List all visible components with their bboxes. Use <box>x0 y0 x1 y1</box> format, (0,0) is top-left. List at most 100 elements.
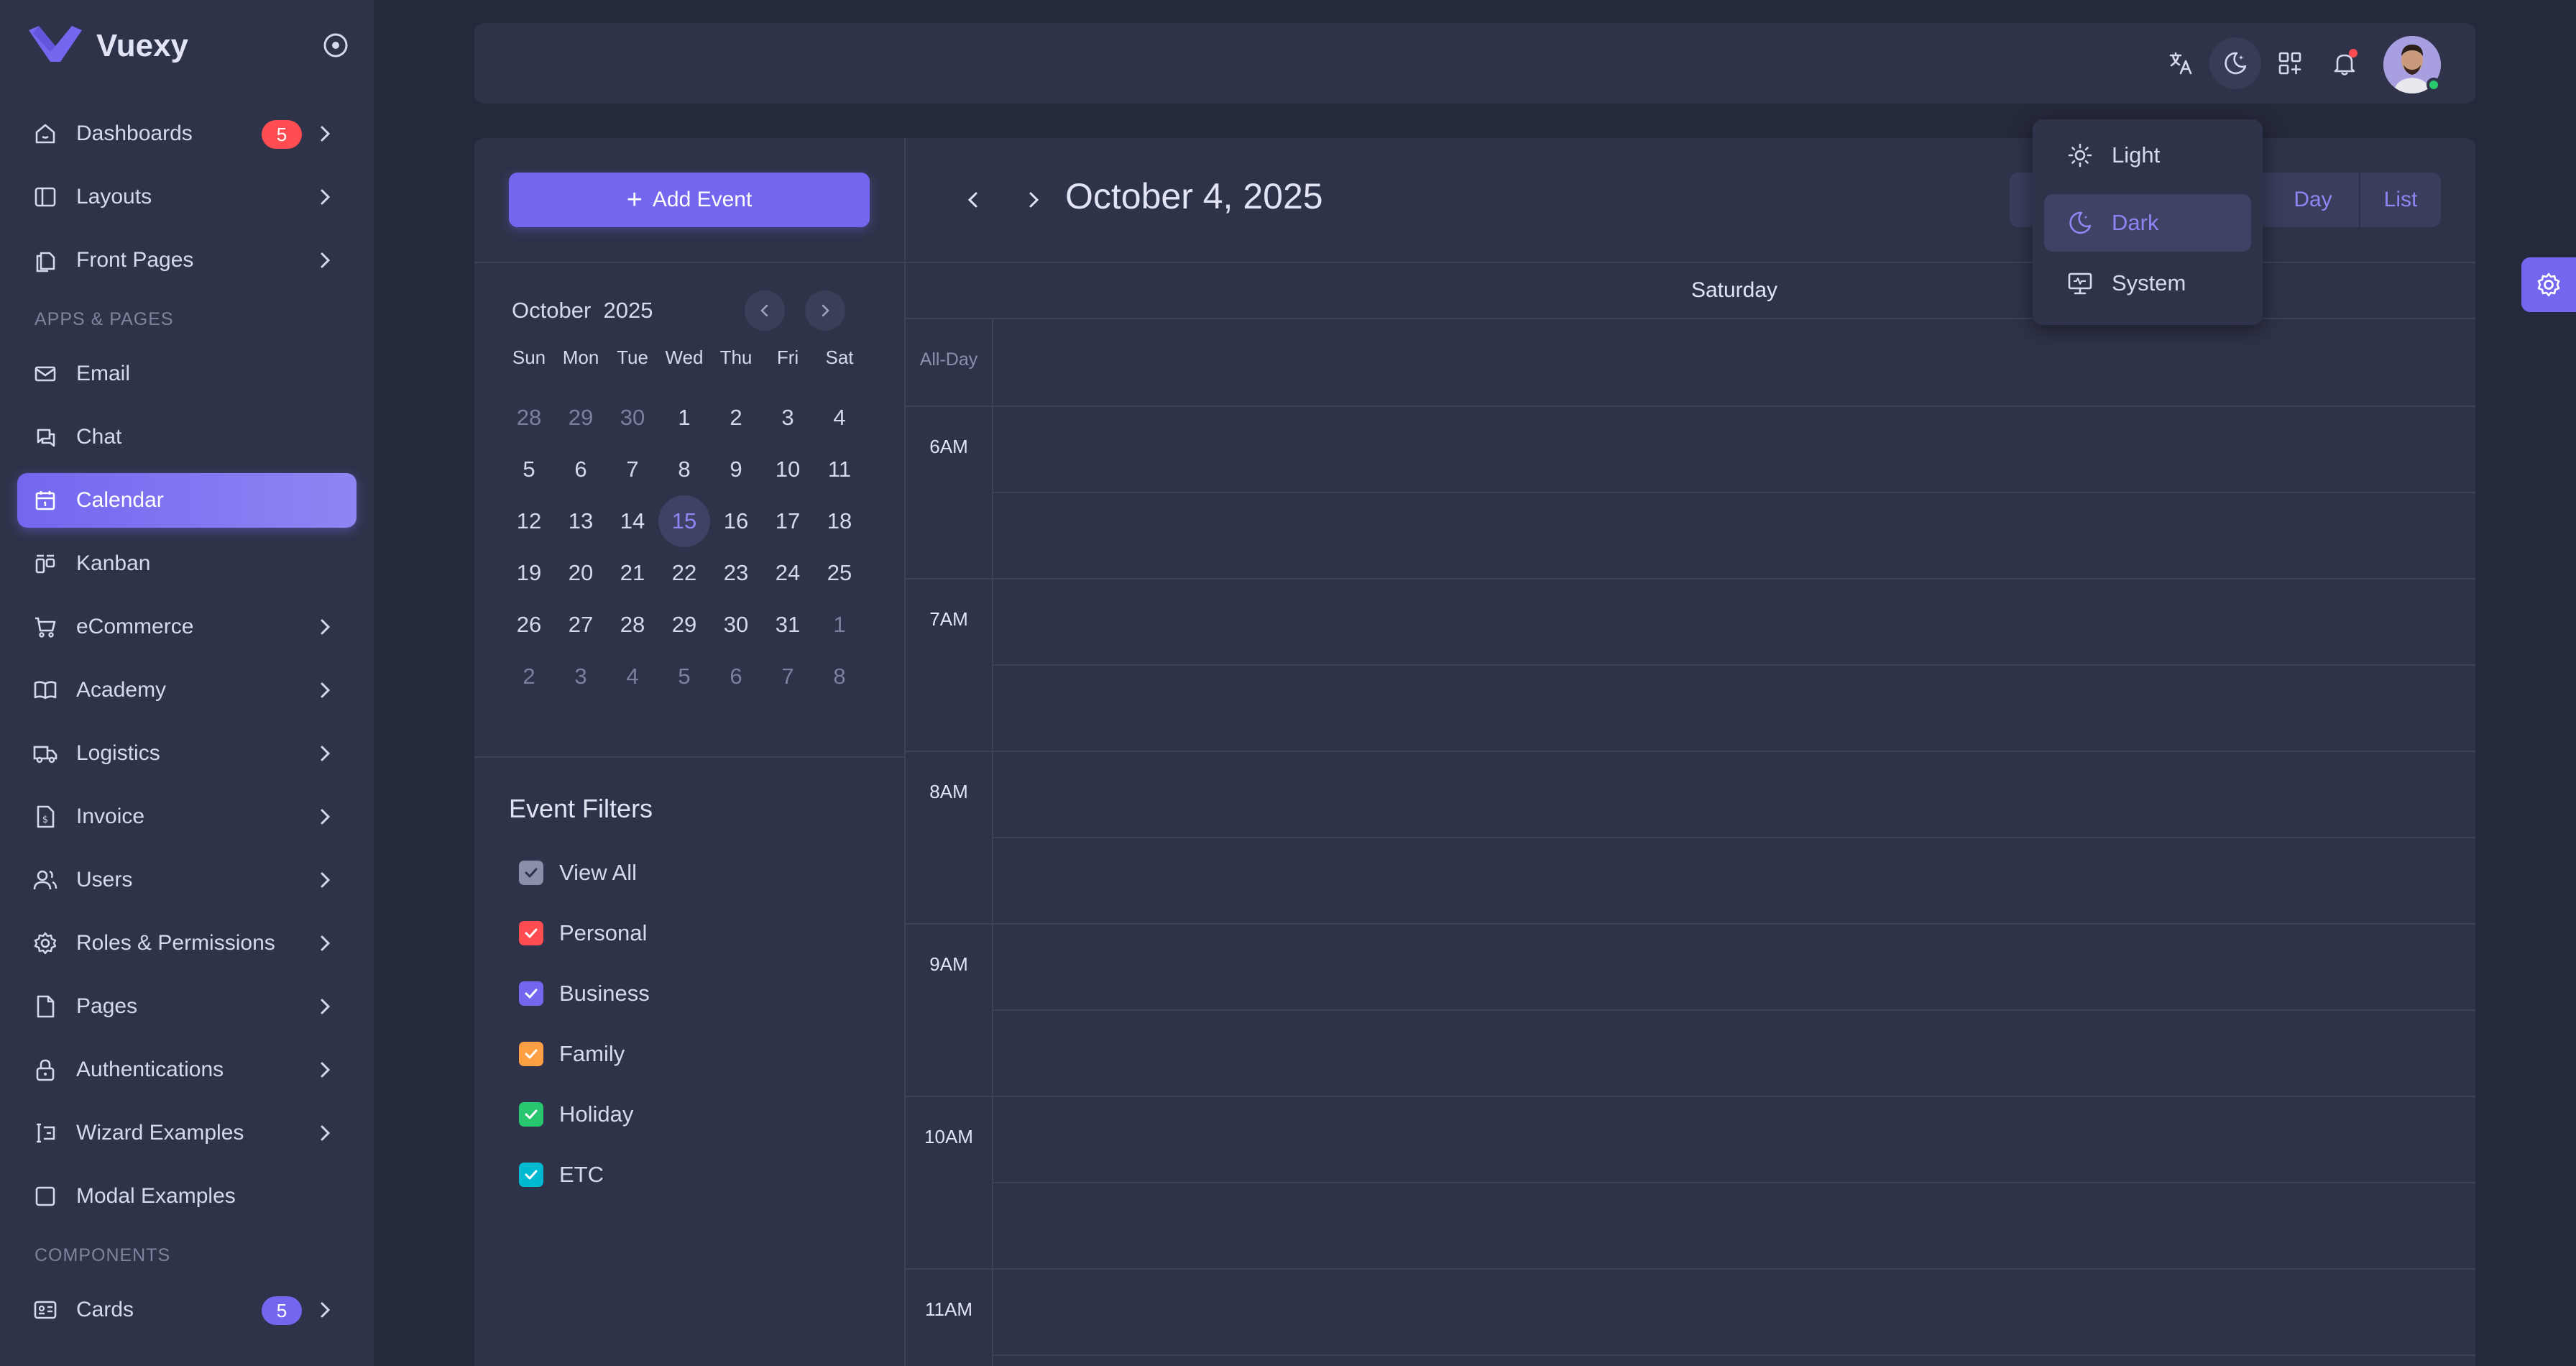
day-cell[interactable]: 26 <box>503 599 555 651</box>
count-badge: 5 <box>262 1296 302 1325</box>
id-card-icon <box>32 1296 59 1324</box>
mini-next-month-button[interactable] <box>805 290 845 331</box>
sidebar-item-front-pages[interactable]: Front Pages <box>17 233 356 288</box>
prev-day-button[interactable] <box>957 184 989 216</box>
day-cell[interactable]: 28 <box>607 599 658 651</box>
sidebar-item-chat[interactable]: Chat <box>17 410 356 464</box>
day-cell[interactable]: 17 <box>762 495 814 547</box>
day-cell[interactable]: 8 <box>658 444 710 495</box>
sidebar-item-dashboards[interactable]: Dashboards 5 <box>17 106 356 161</box>
sidebar-item-label: Front Pages <box>76 248 194 272</box>
day-cell[interactable]: 1 <box>814 599 865 651</box>
language-icon[interactable] <box>2165 47 2196 79</box>
day-cell[interactable]: 1 <box>658 392 710 444</box>
sidebar-item-users[interactable]: Users <box>17 853 356 907</box>
day-cell[interactable]: 30 <box>607 392 658 444</box>
day-cell[interactable]: 6 <box>710 651 762 702</box>
day-cell[interactable]: 9 <box>710 444 762 495</box>
sidebar-item-academy[interactable]: Academy <box>17 663 356 718</box>
day-cell[interactable]: 2 <box>503 651 555 702</box>
checkbox[interactable] <box>519 1102 543 1127</box>
filter-family[interactable]: Family <box>519 1024 650 1084</box>
day-cell[interactable]: 7 <box>762 651 814 702</box>
filter-personal[interactable]: Personal <box>519 903 650 963</box>
section-header-components: COMPONENTS <box>34 1245 171 1265</box>
day-cell[interactable]: 23 <box>710 547 762 599</box>
day-cell[interactable]: 31 <box>762 599 814 651</box>
day-cell[interactable]: 18 <box>814 495 865 547</box>
view-day-button[interactable]: Day <box>2268 173 2358 227</box>
next-day-button[interactable] <box>1018 184 1049 216</box>
day-cell[interactable]: 5 <box>503 444 555 495</box>
view-list-button[interactable]: List <box>2360 173 2441 227</box>
template-customizer-button[interactable] <box>2521 257 2576 312</box>
day-cell[interactable]: 20 <box>555 547 607 599</box>
day-cell[interactable]: 4 <box>814 392 865 444</box>
filter-holiday[interactable]: Holiday <box>519 1084 650 1145</box>
day-cell[interactable]: 7 <box>607 444 658 495</box>
checkbox[interactable] <box>519 861 543 885</box>
sidebar-item-invoice[interactable]: $ Invoice <box>17 789 356 844</box>
sidebar-item-kanban[interactable]: Kanban <box>17 536 356 591</box>
day-cell[interactable]: 19 <box>503 547 555 599</box>
add-event-button[interactable]: + Add Event <box>509 173 870 227</box>
sidebar-item-logistics[interactable]: Logistics <box>17 726 356 781</box>
checkbox[interactable] <box>519 921 543 945</box>
layout-grid-add-icon[interactable] <box>2274 47 2306 79</box>
mini-calendar-month: October <box>512 298 592 323</box>
weekday-label: Wed <box>665 347 704 368</box>
day-cell[interactable]: 3 <box>555 651 607 702</box>
day-cell[interactable]: 5 <box>658 651 710 702</box>
filter-view-all[interactable]: View All <box>519 843 650 903</box>
day-cell[interactable]: 24 <box>762 547 814 599</box>
day-cell[interactable]: 16 <box>710 495 762 547</box>
filter-etc[interactable]: ETC <box>519 1145 650 1205</box>
sidebar-item-authentications[interactable]: Authentications <box>17 1042 356 1097</box>
checkbox[interactable] <box>519 1042 543 1066</box>
sidebar-item-calendar[interactable]: Calendar <box>17 473 356 528</box>
lock-icon <box>32 1056 59 1083</box>
sidebar-item-email[interactable]: Email <box>17 347 356 401</box>
settings-icon <box>2537 272 2560 297</box>
day-cell[interactable]: 12 <box>503 495 555 547</box>
bell-icon[interactable] <box>2329 47 2360 79</box>
sidebar-item-layouts[interactable]: Layouts <box>17 170 356 224</box>
theme-option-system[interactable]: System <box>2044 255 2251 312</box>
sidebar-item-roles-permissions[interactable]: Roles & Permissions <box>17 916 356 971</box>
theme-option-light[interactable]: Light <box>2044 127 2251 184</box>
week-row: 2 3 4 5 6 7 8 <box>503 651 877 702</box>
day-cell[interactable]: 6 <box>555 444 607 495</box>
day-cell[interactable]: 8 <box>814 651 865 702</box>
day-cell-today[interactable]: 15 <box>658 495 710 547</box>
brand[interactable]: Vuexy <box>29 24 188 68</box>
day-cell[interactable]: 22 <box>658 547 710 599</box>
day-cell[interactable]: 3 <box>762 392 814 444</box>
day-cell[interactable]: 11 <box>814 444 865 495</box>
day-cell[interactable]: 28 <box>503 392 555 444</box>
file-icon <box>32 993 59 1020</box>
day-cell[interactable]: 25 <box>814 547 865 599</box>
theme-option-dark[interactable]: Dark <box>2044 194 2251 252</box>
day-cell[interactable]: 4 <box>607 651 658 702</box>
day-cell[interactable]: 10 <box>762 444 814 495</box>
sidebar-item-wizard-examples[interactable]: Wizard Examples <box>17 1106 356 1160</box>
day-cell[interactable]: 21 <box>607 547 658 599</box>
day-cell[interactable]: 14 <box>607 495 658 547</box>
filter-business[interactable]: Business <box>519 963 650 1024</box>
day-cell[interactable]: 2 <box>710 392 762 444</box>
sidebar-item-ecommerce[interactable]: eCommerce <box>17 600 356 654</box>
sidebar-item-modal-examples[interactable]: Modal Examples <box>17 1169 356 1224</box>
sidebar-item-cards[interactable]: Cards 5 <box>17 1283 356 1337</box>
day-cell[interactable]: 27 <box>555 599 607 651</box>
day-cell[interactable]: 30 <box>710 599 762 651</box>
mini-prev-month-button[interactable] <box>745 290 785 331</box>
day-cell[interactable]: 13 <box>555 495 607 547</box>
checkbox[interactable] <box>519 981 543 1006</box>
sidebar-item-pages[interactable]: Pages <box>17 979 356 1034</box>
day-cell[interactable]: 29 <box>555 392 607 444</box>
moon-icon[interactable] <box>2209 37 2261 89</box>
circle-dot-icon[interactable] <box>322 32 349 59</box>
checkbox[interactable] <box>519 1163 543 1187</box>
day-cell[interactable]: 29 <box>658 599 710 651</box>
grid-line <box>906 751 2475 752</box>
